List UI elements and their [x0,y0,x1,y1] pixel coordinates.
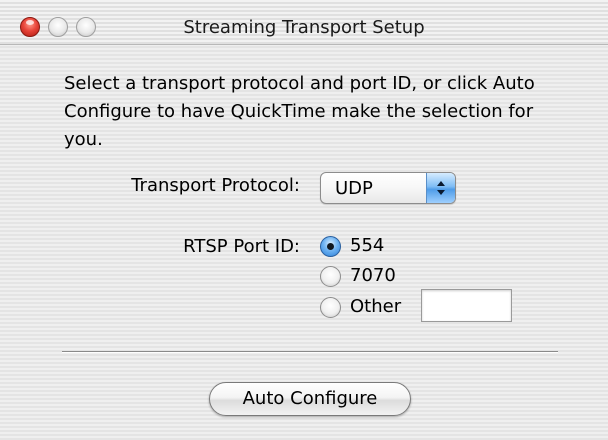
window-title: Streaming Transport Setup [183,17,425,38]
radio-unselected-icon[interactable] [320,297,341,318]
radio-unselected-icon[interactable] [320,266,341,287]
transport-protocol-label: Transport Protocol: [131,175,300,196]
port-option-label: 554 [350,235,385,256]
other-port-input[interactable] [421,289,512,322]
rtsp-port-label: RTSP Port ID: [183,236,300,257]
separator [62,351,558,353]
dialog-window: Streaming Transport Setup Select a trans… [0,0,608,440]
transport-protocol-value: UDP [335,178,373,199]
radio-selected-icon[interactable] [320,236,341,257]
popup-arrows-icon [426,173,455,203]
instructions-text: Select a transport protocol and port ID,… [64,73,535,150]
transport-protocol-popup[interactable]: UDP [320,172,456,204]
title-bar[interactable]: Streaming Transport Setup [0,0,608,45]
auto-configure-button[interactable]: Auto Configure [209,382,411,416]
port-option-label: Other [350,296,402,317]
port-option-label: 7070 [350,265,396,286]
